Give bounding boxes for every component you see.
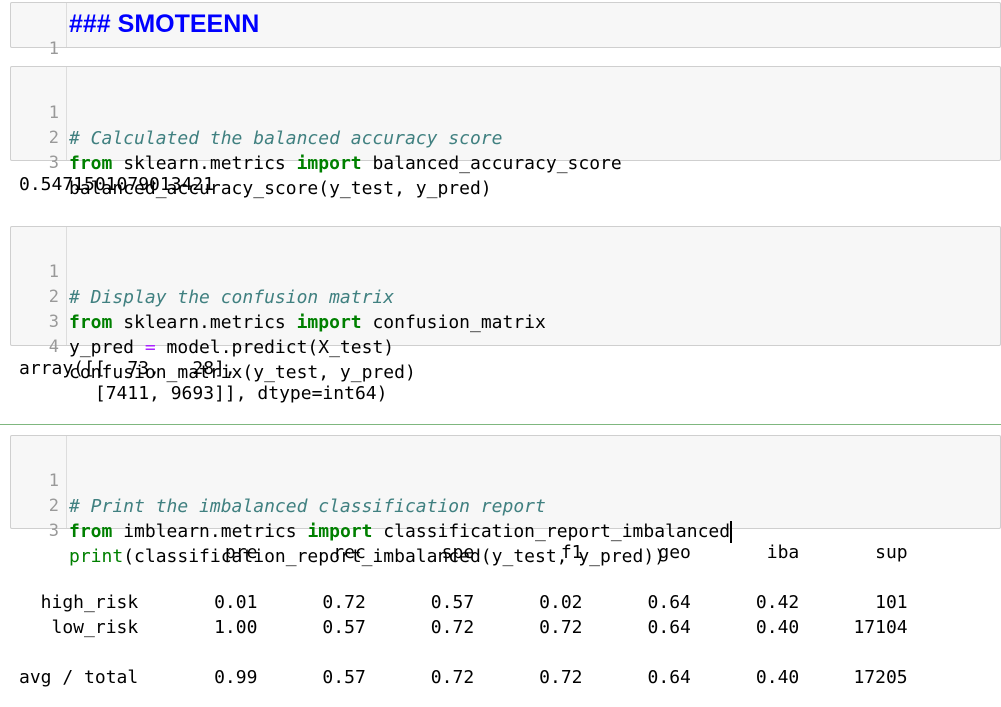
cell-output: 0.5471501079013421: [19, 174, 215, 195]
code-comment: # Print the imbalanced classification re…: [69, 496, 546, 517]
report-row-avg-total: avg / total 0.99 0.57 0.72 0.72 0.64 0.4…: [19, 667, 908, 688]
gutter-divider: [66, 3, 67, 47]
line-number: 1: [48, 39, 59, 59]
markdown-heading-text[interactable]: ### SMOTEENN: [69, 10, 259, 39]
cell-output-line: [7411, 9693]], dtype=int64): [19, 383, 388, 404]
code-comment: # Display the confusion matrix: [69, 287, 395, 308]
cell-output-line: array([[ 73, 28],: [19, 358, 236, 379]
code-input-area[interactable]: 1 # Calculated the balanced accuracy sco…: [10, 66, 1001, 199]
report-row-high-risk: high_risk 0.01 0.72 0.57 0.02 0.64 0.42 …: [19, 592, 908, 613]
code-input-area[interactable]: 1 # Print the imbalanced classification …: [10, 435, 1001, 567]
heading-cell-input[interactable]: 1 ### SMOTEENN: [10, 2, 1001, 59]
selected-cell-border: [0, 424, 1001, 425]
code-comment: # Calculated the balanced accuracy score: [69, 128, 503, 149]
code-import-line: from sklearn.metrics import confusion_ma…: [69, 312, 546, 333]
report-row-low-risk: low_risk 1.00 0.57 0.72 0.72 0.64 0.40 1…: [19, 617, 908, 638]
code-input-area[interactable]: 1 # Display the confusion matrix 2 from …: [10, 226, 1001, 383]
report-header-row: pre rec spe f1 geo iba sup: [19, 542, 908, 563]
